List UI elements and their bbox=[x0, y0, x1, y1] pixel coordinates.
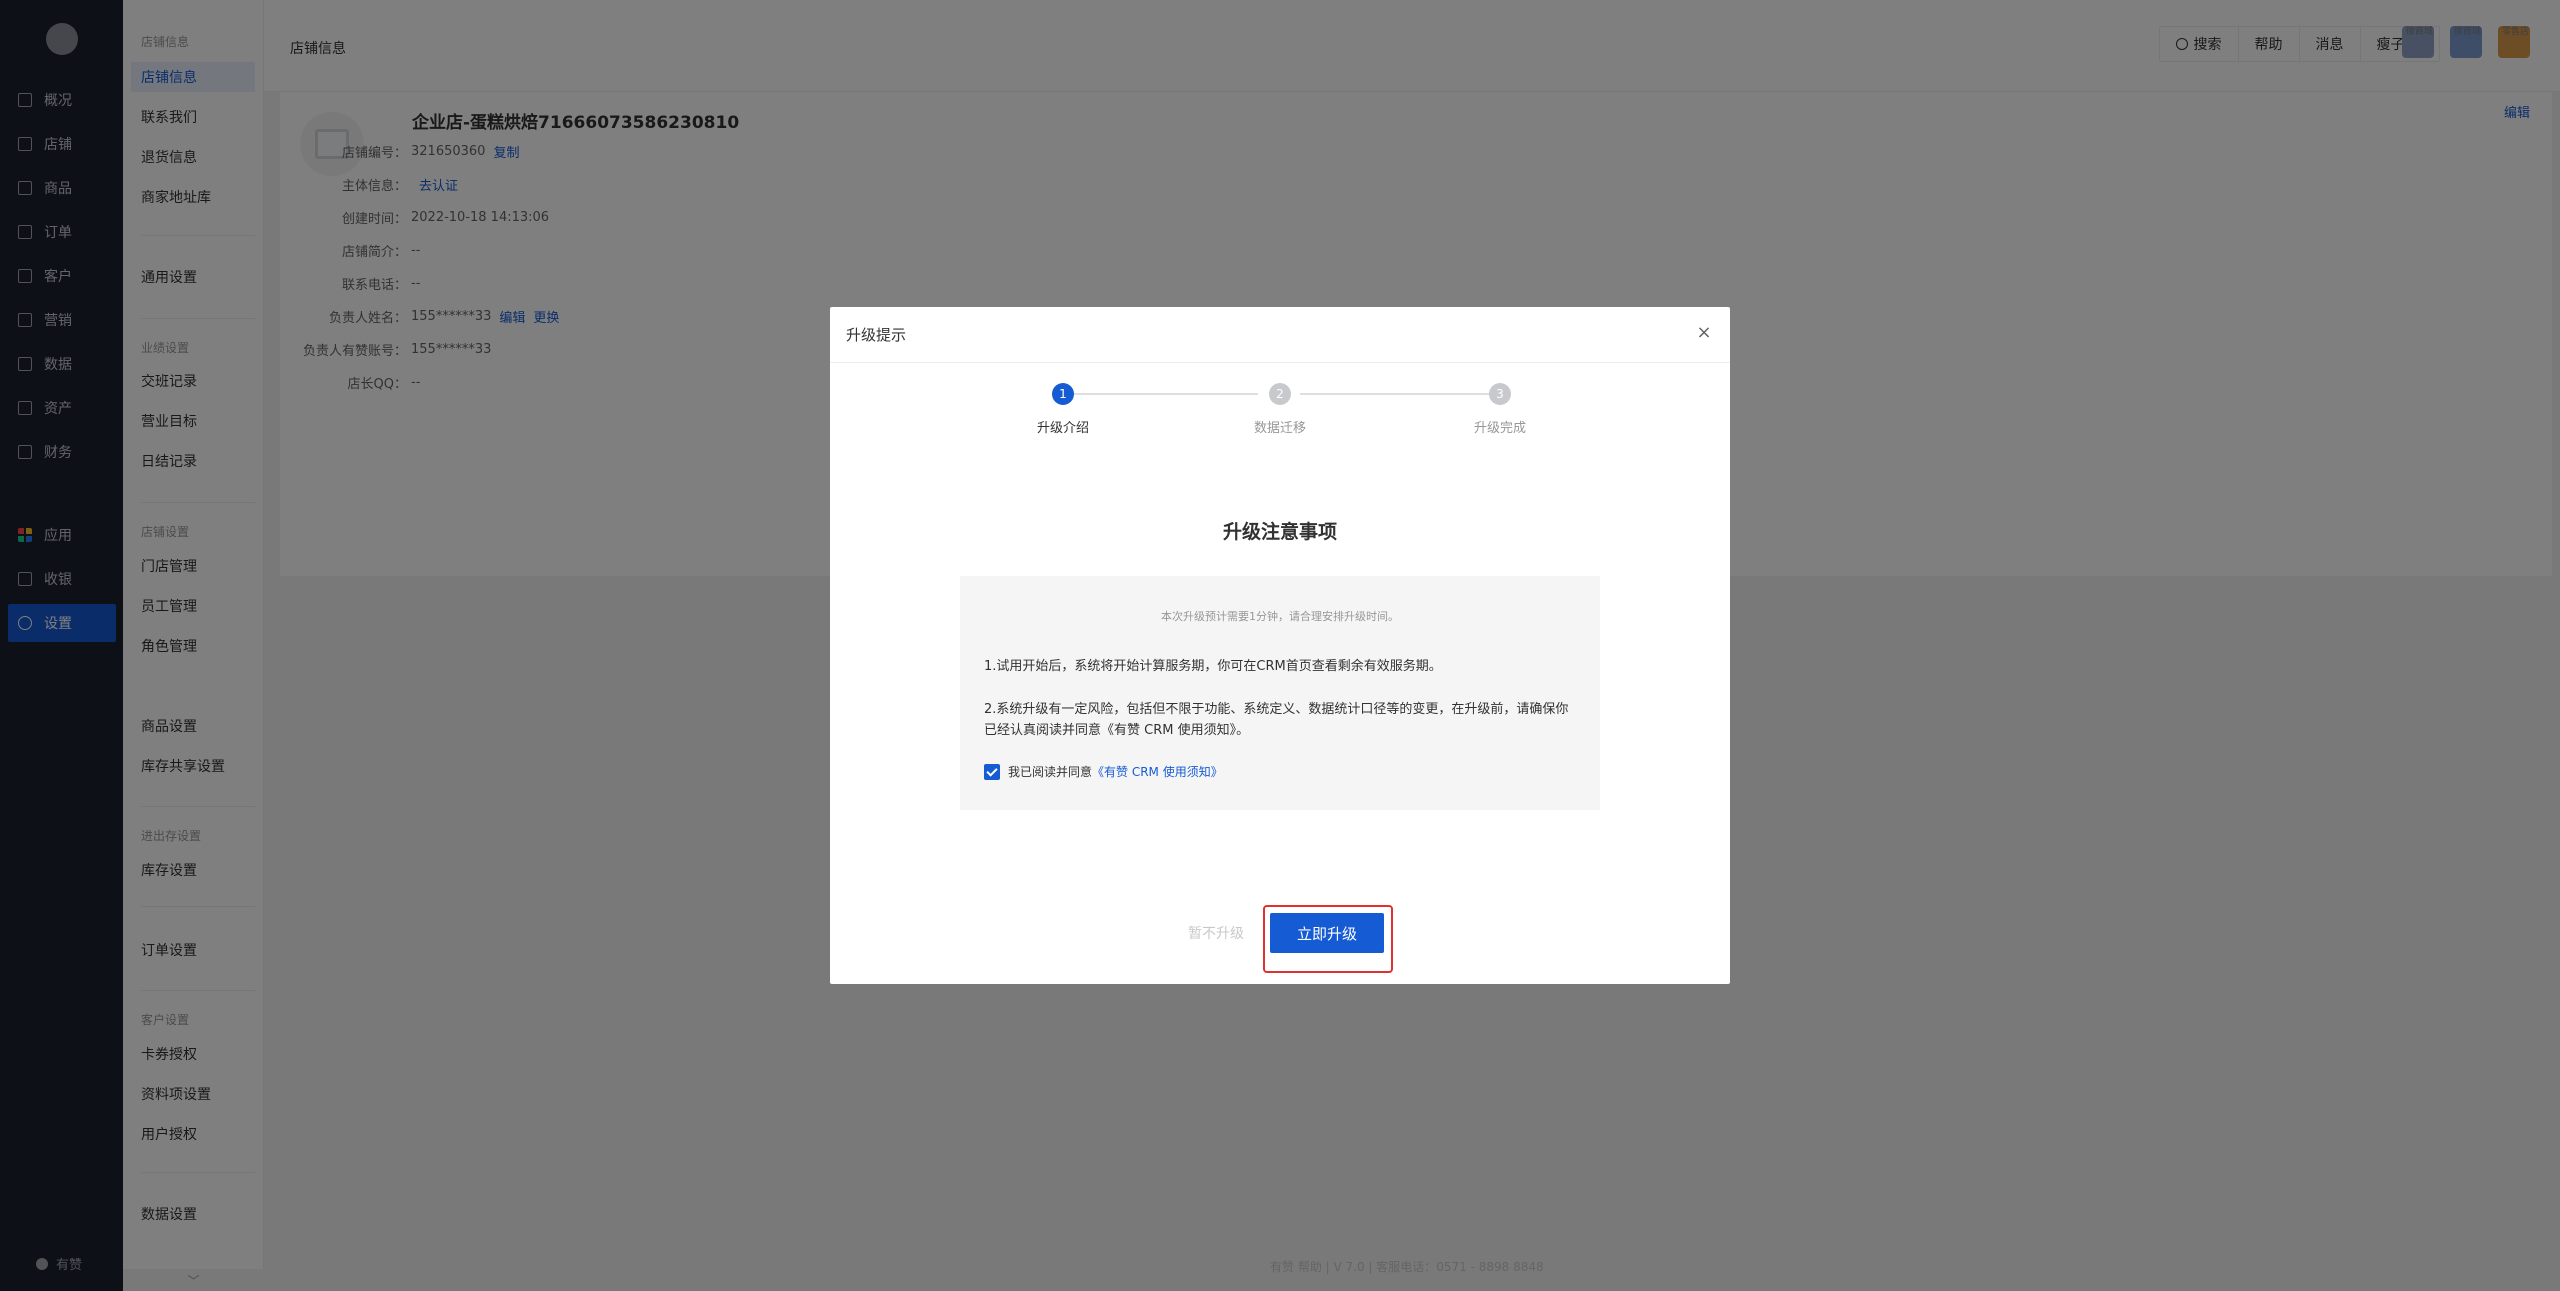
step-connector bbox=[1300, 393, 1490, 395]
close-icon[interactable]: × bbox=[1696, 324, 1712, 342]
upgrade-steps: 1 2 3 升级介绍 数据迁移 升级完成 bbox=[830, 383, 1730, 443]
upgrade-dialog: 升级提示 × 1 2 3 升级介绍 数据迁移 升级完成 升级注意事项 本次升级预… bbox=[830, 307, 1730, 984]
step-3-dot: 3 bbox=[1489, 383, 1511, 405]
step-2-dot: 2 bbox=[1269, 383, 1291, 405]
step-1-label: 升级介绍 bbox=[1036, 421, 1089, 436]
dialog-footer: 暂不升级 立即升级 bbox=[830, 905, 1730, 973]
upgrade-now-button[interactable]: 立即升级 bbox=[1270, 913, 1384, 953]
notice-box: 本次升级预计需要1分钟，请合理安排升级时间。 1.试用开始后，系统将开始计算服务… bbox=[960, 576, 1600, 810]
dialog-title: 升级提示 bbox=[846, 326, 907, 344]
notice-paragraph-2: 2.系统升级有一定风险，包括但不限于功能、系统定义、数据统计口径等的变更，在升级… bbox=[984, 702, 1569, 738]
agree-text: 我已阅读并同意 bbox=[1008, 765, 1093, 779]
notice-paragraph-1: 1.试用开始后，系统将开始计算服务期，你可在CRM首页查看剩余有效服务期。 bbox=[984, 659, 1442, 674]
terms-link[interactable]: 《有赞 CRM 使用须知》 bbox=[1092, 763, 1223, 780]
agree-row: 我已阅读并同意 《有赞 CRM 使用须知》 bbox=[984, 763, 1576, 780]
step-3-label: 升级完成 bbox=[1473, 421, 1526, 436]
step-connector bbox=[1068, 393, 1258, 395]
notice-hint: 本次升级预计需要1分钟，请合理安排升级时间。 bbox=[1161, 610, 1399, 623]
agree-checkbox[interactable] bbox=[984, 763, 1000, 780]
step-2-label: 数据迁移 bbox=[1253, 421, 1306, 436]
step-1-dot: 1 bbox=[1052, 383, 1074, 405]
notice-heading: 升级注意事项 bbox=[1222, 521, 1337, 543]
skip-upgrade-button[interactable]: 暂不升级 bbox=[1188, 923, 1244, 943]
dialog-header: 升级提示 × bbox=[830, 307, 1730, 363]
